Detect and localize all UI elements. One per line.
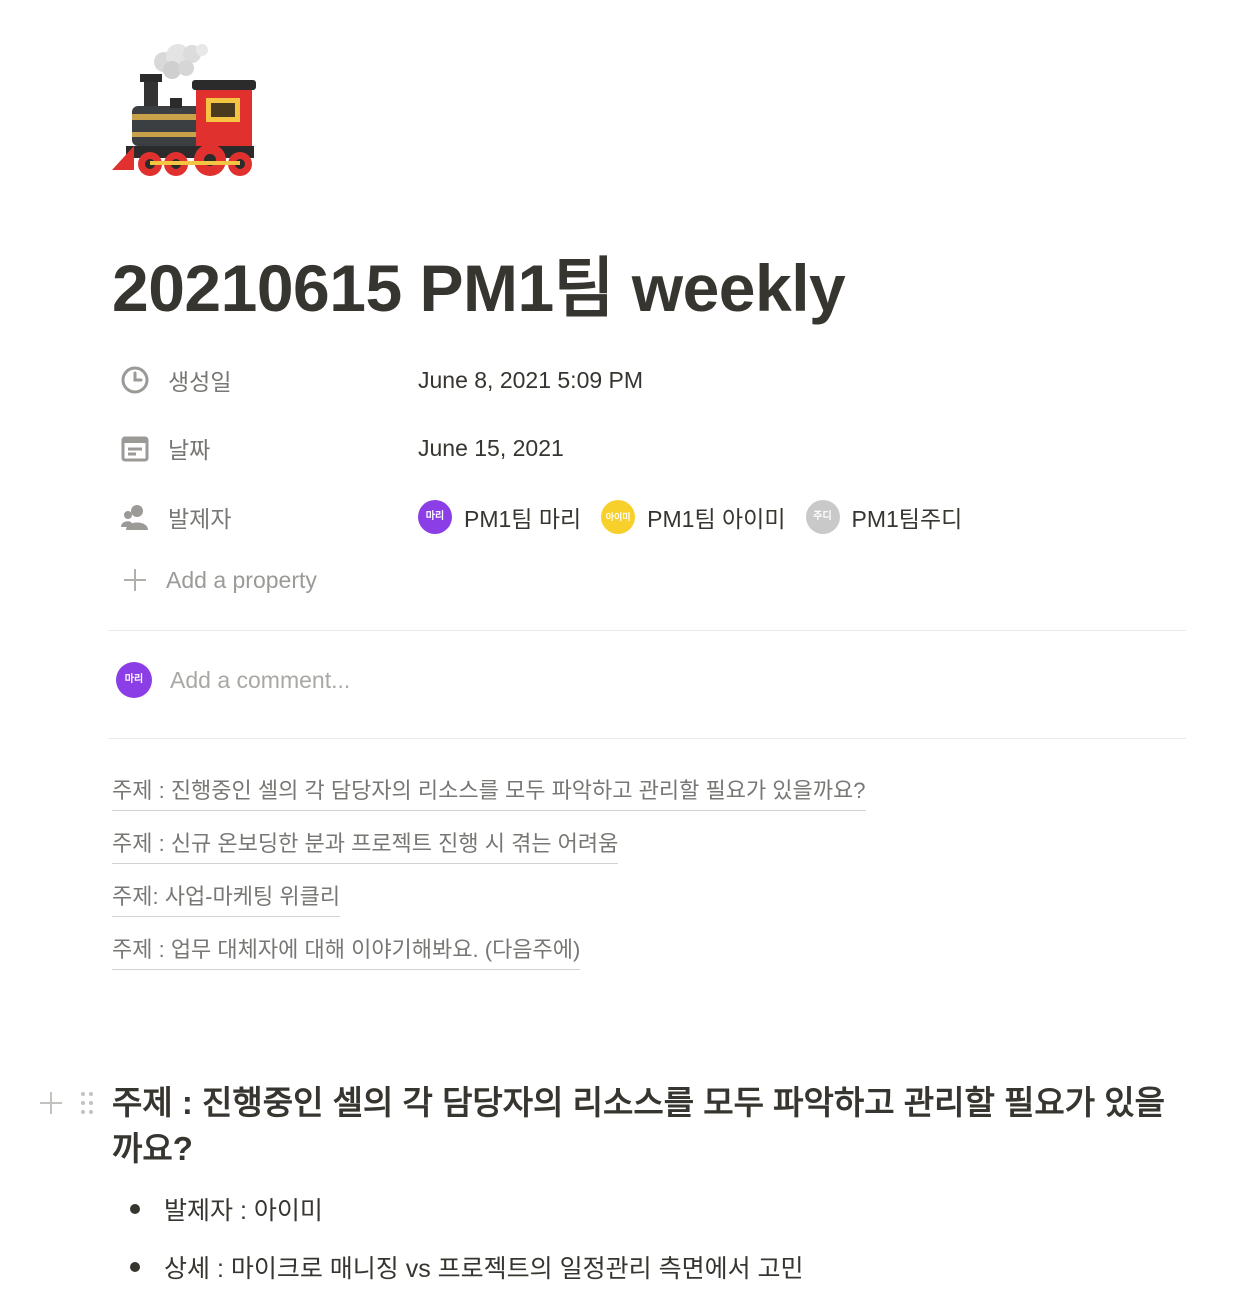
- comment-input[interactable]: Add a comment...: [170, 667, 350, 694]
- avatar: 아이미: [601, 500, 636, 534]
- toc-link[interactable]: 주제 : 업무 대체자에 대해 이야기해봐요. (다음주에): [112, 935, 581, 970]
- list-item-text: 상세 : 마이크로 매니징 vs 프로젝트의 일정관리 측면에서 고민: [164, 1255, 804, 1283]
- property-date[interactable]: 날짜 June 15, 2021: [112, 426, 1186, 470]
- add-property-button[interactable]: Add a property: [112, 563, 317, 597]
- property-value-presenters: 마리 PM1팀 마리 아이미 PM1팀 아이미 주디 PM1팀주디: [418, 500, 982, 534]
- property-presenters[interactable]: 발제자 마리 PM1팀 마리 아이미 PM1팀 아이미 주디 PM1팀주디: [112, 495, 1186, 539]
- table-of-contents: 주제 : 진행중인 셀의 각 담당자의 리소스를 모두 파악하고 관리할 필요가…: [112, 776, 866, 988]
- person-chip[interactable]: 마리 PM1팀 마리: [418, 500, 581, 534]
- page-title[interactable]: 20210615 PM1팀 weekly: [112, 246, 846, 330]
- property-created-time[interactable]: 생성일 June 8, 2021 5:09 PM: [112, 358, 1186, 402]
- avatar: 마리: [418, 500, 452, 534]
- bullet-icon: [130, 1262, 140, 1272]
- list-item[interactable]: 발제자 : 아이미: [112, 1186, 804, 1232]
- comment-box[interactable]: 마리 Add a comment...: [116, 662, 350, 698]
- add-block-icon[interactable]: [36, 1088, 66, 1118]
- clock-icon: [118, 363, 152, 397]
- people-icon: [118, 500, 152, 534]
- add-property-label: Add a property: [166, 566, 317, 593]
- steam-locomotive-icon[interactable]: [112, 40, 258, 180]
- section-heading[interactable]: 주제 : 진행중인 셀의 각 담당자의 리소스를 모두 파악하고 관리할 필요가…: [112, 1080, 1172, 1172]
- avatar: 주디: [805, 500, 840, 534]
- person-chip[interactable]: 아이미 PM1팀 아이미: [601, 500, 786, 534]
- drag-handle-icon[interactable]: [76, 1088, 98, 1118]
- plus-icon: [118, 563, 152, 597]
- property-label-date: 날짜: [168, 437, 211, 463]
- toc-link[interactable]: 주제 : 신규 온보딩한 분과 프로젝트 진행 시 겪는 어려움: [112, 829, 619, 864]
- person-name: PM1팀 아이미: [647, 506, 786, 532]
- list-item-text: 발제자 : 아이미: [164, 1197, 323, 1225]
- list-item[interactable]: 상세 : 마이크로 매니징 vs 프로젝트의 일정관리 측면에서 고민: [112, 1244, 804, 1290]
- property-value-created: June 8, 2021 5:09 PM: [418, 366, 644, 393]
- avatar: 마리: [116, 662, 152, 698]
- toc-link[interactable]: 주제: 사업-마케팅 위클리: [112, 882, 341, 917]
- property-label-created: 생성일: [168, 369, 232, 395]
- divider: [108, 738, 1186, 739]
- block-handle: [36, 1088, 98, 1118]
- bullet-list: 발제자 : 아이미 상세 : 마이크로 매니징 vs 프로젝트의 일정관리 측면…: [112, 1186, 804, 1302]
- property-value-date: June 15, 2021: [418, 434, 564, 461]
- calendar-icon: [118, 431, 152, 465]
- property-label-presenters: 발제자: [168, 506, 232, 532]
- person-name: PM1팀주디: [851, 506, 963, 532]
- person-name: PM1팀 마리: [464, 506, 582, 532]
- bullet-icon: [130, 1204, 140, 1214]
- person-chip[interactable]: 주디 PM1팀주디: [805, 500, 963, 534]
- divider: [108, 630, 1186, 631]
- toc-link[interactable]: 주제 : 진행중인 셀의 각 담당자의 리소스를 모두 파악하고 관리할 필요가…: [112, 776, 866, 811]
